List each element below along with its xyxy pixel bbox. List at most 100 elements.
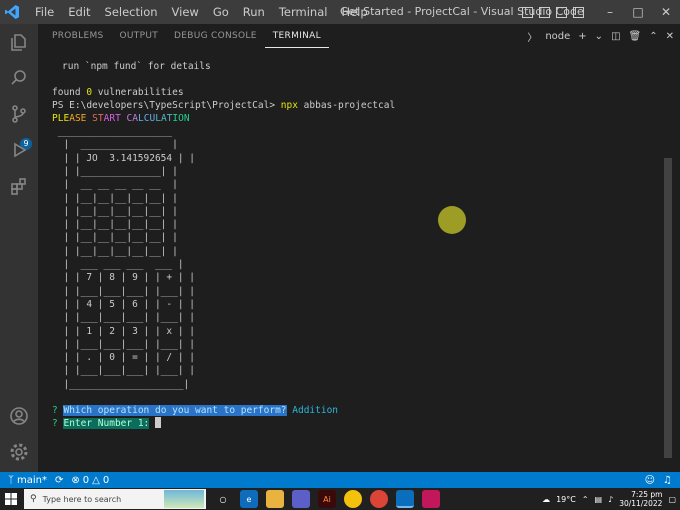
calculator-art-line: | | 1 | 2 | 3 | | x | | bbox=[52, 325, 195, 337]
warning-count: 0 bbox=[102, 474, 110, 486]
menu-view[interactable]: View bbox=[165, 0, 206, 24]
calculator-art-line: | |___|___|___| |___| | bbox=[52, 338, 195, 350]
feedback-icon[interactable]: ☺ bbox=[645, 475, 655, 486]
calculator-art-line: ____________________ bbox=[52, 126, 173, 137]
menu-terminal[interactable]: Terminal bbox=[272, 0, 335, 24]
calculator-art-line: | |__|__|__|__|__| | bbox=[52, 245, 178, 257]
tab-terminal[interactable]: TERMINAL bbox=[264, 24, 329, 48]
calculation-banner: PLEASE START CALCULATION bbox=[52, 113, 190, 124]
calculator-art-line: | |__|__|__|__|__| | bbox=[52, 219, 178, 231]
file-explorer-icon[interactable] bbox=[266, 490, 284, 508]
run-debug-icon[interactable] bbox=[7, 138, 31, 162]
teams-icon[interactable] bbox=[292, 490, 310, 508]
calculator-art-line: | |___|___|___| |___| | bbox=[52, 285, 195, 297]
problems-indicator[interactable]: ⊗ 0 △ 0 bbox=[71, 475, 109, 486]
account-icon[interactable] bbox=[7, 404, 31, 428]
tab-debug-console[interactable]: DEBUG CONSOLE bbox=[166, 24, 265, 48]
vscode-taskbar-icon[interactable] bbox=[396, 490, 414, 508]
sync-icon[interactable]: ⟳ bbox=[55, 475, 63, 486]
temperature[interactable]: 19°C bbox=[556, 495, 576, 504]
menu-run[interactable]: Run bbox=[236, 0, 272, 24]
task-view-icon[interactable]: ○ bbox=[214, 490, 232, 508]
branch-indicator[interactable]: ᛉ main* bbox=[8, 475, 47, 486]
tab-output[interactable]: OUTPUT bbox=[112, 24, 166, 48]
toggle-panel-icon[interactable] bbox=[539, 6, 550, 18]
notifications-bell-icon[interactable]: ♫ bbox=[663, 475, 672, 486]
search-placeholder: Type here to search bbox=[42, 494, 122, 504]
split-terminal-icon[interactable]: ◫ bbox=[611, 31, 620, 42]
status-bar: ᛉ main* ⟳ ⊗ 0 △ 0 ☺ ♫ bbox=[0, 472, 680, 488]
question-mark: ? bbox=[52, 418, 58, 429]
terminal-question-number: ? Enter Number 1: bbox=[52, 417, 161, 430]
terminal-prompt: PS E:\developers\TypeScript\ProjectCal> bbox=[52, 100, 281, 111]
mouse-pointer-highlight bbox=[438, 206, 466, 234]
terminal[interactable]: run `npm fund` for details found 0 vulne… bbox=[38, 48, 672, 472]
search-icon[interactable] bbox=[7, 66, 31, 90]
settings-gear-icon[interactable] bbox=[7, 440, 31, 464]
minimize-button[interactable]: – bbox=[596, 0, 624, 24]
weather-icon: ☁ bbox=[542, 494, 551, 504]
calculator-art-line: | | 4 | 5 | 6 | | - | | bbox=[52, 298, 195, 310]
chrome-profile-icon[interactable] bbox=[370, 490, 388, 508]
window-controls: – □ ✕ bbox=[522, 0, 680, 24]
calculator-art-line: | |__|__|__|__|__| | bbox=[52, 192, 178, 204]
question-operation-text: Which operation do you want to perform? bbox=[63, 405, 287, 416]
terminal-scrollbar[interactable] bbox=[664, 48, 672, 472]
extensions-icon[interactable] bbox=[7, 174, 31, 198]
edge-browser-icon[interactable]: e bbox=[240, 490, 258, 508]
menu-edit[interactable]: Edit bbox=[61, 0, 97, 24]
customize-layout-icon[interactable] bbox=[573, 6, 584, 18]
illustrator-icon[interactable]: Ai bbox=[318, 490, 336, 508]
calculator-art-line: | | 7 | 8 | 9 | | + | | bbox=[52, 272, 195, 284]
chevron-up-icon[interactable]: ⌃ bbox=[582, 495, 589, 504]
clock-date: 30/11/2022 bbox=[619, 499, 663, 508]
source-control-icon[interactable] bbox=[7, 102, 31, 126]
terminal-shell-name[interactable]: node bbox=[545, 31, 570, 42]
toggle-secondary-sidebar-icon[interactable] bbox=[556, 6, 567, 18]
explorer-icon[interactable] bbox=[7, 30, 31, 54]
new-terminal-icon[interactable]: + bbox=[578, 31, 586, 42]
calculator-art-line: | ______________ | bbox=[52, 139, 178, 151]
question-mark: ? bbox=[52, 405, 58, 416]
calculator-art-line: | __ __ __ __ __ | bbox=[52, 179, 178, 191]
search-highlight-image bbox=[164, 490, 204, 508]
menu-bar: File Edit Selection View Go Run Terminal… bbox=[28, 0, 375, 24]
menu-file[interactable]: File bbox=[28, 0, 61, 24]
close-panel-icon[interactable]: ✕ bbox=[666, 31, 674, 42]
calculator-art-line: | | JO 3.141592654 | | bbox=[52, 152, 195, 164]
volume-icon[interactable]: ♪ bbox=[608, 495, 613, 504]
clock-time: 7:25 pm bbox=[631, 490, 663, 499]
scrollbar-thumb[interactable] bbox=[664, 158, 672, 458]
trash-icon[interactable]: 🗑 bbox=[629, 31, 642, 42]
calculator-art-line: | |___|___|___| |___| | bbox=[52, 312, 195, 324]
network-icon[interactable]: ▤ bbox=[595, 495, 603, 504]
command-npx: npx bbox=[280, 100, 298, 111]
windows-taskbar: ⚲ Type here to search ○ e Ai ☁ 19°C ⌃ ▤ … bbox=[0, 488, 680, 510]
menu-selection[interactable]: Selection bbox=[98, 0, 165, 24]
terminal-cursor bbox=[155, 417, 161, 428]
close-button[interactable]: ✕ bbox=[652, 0, 680, 24]
chevron-up-icon[interactable]: ⌃ bbox=[649, 31, 657, 42]
chrome-icon[interactable] bbox=[344, 490, 362, 508]
terminal-line-command: PS E:\developers\TypeScript\ProjectCal> … bbox=[52, 99, 395, 112]
toggle-sidebar-icon[interactable] bbox=[522, 6, 533, 18]
branch-name: main* bbox=[17, 474, 47, 486]
windows-start-icon[interactable] bbox=[0, 488, 22, 510]
tab-problems[interactable]: PROBLEMS bbox=[44, 24, 112, 48]
panel-tab-bar: PROBLEMS OUTPUT DEBUG CONSOLE TERMINAL 〉… bbox=[38, 24, 680, 48]
calculator-art-line: | | . | 0 | = | | / | | bbox=[52, 352, 195, 364]
notifications-icon[interactable]: ▢ bbox=[668, 495, 676, 504]
calculator-art-line: | |___|___|___| |___| | bbox=[52, 365, 195, 377]
search-icon: ⚲ bbox=[30, 494, 37, 504]
command-arg: abbas-projectcal bbox=[297, 100, 396, 111]
question-number-text: Enter Number 1: bbox=[63, 418, 150, 429]
warning-icon: △ bbox=[92, 474, 100, 486]
menu-go[interactable]: Go bbox=[206, 0, 236, 24]
title-bar: File Edit Selection View Go Run Terminal… bbox=[0, 0, 680, 24]
chevron-down-icon[interactable]: ⌄ bbox=[595, 31, 603, 42]
maximize-button[interactable]: □ bbox=[624, 0, 652, 24]
taskbar-search-box[interactable]: ⚲ Type here to search bbox=[24, 489, 206, 509]
clock[interactable]: 7:25 pm 30/11/2022 bbox=[619, 490, 662, 508]
app-taskbar-icon[interactable] bbox=[422, 490, 440, 508]
calculator-art-line: | ___ ___ ___ ___ | bbox=[52, 259, 184, 270]
